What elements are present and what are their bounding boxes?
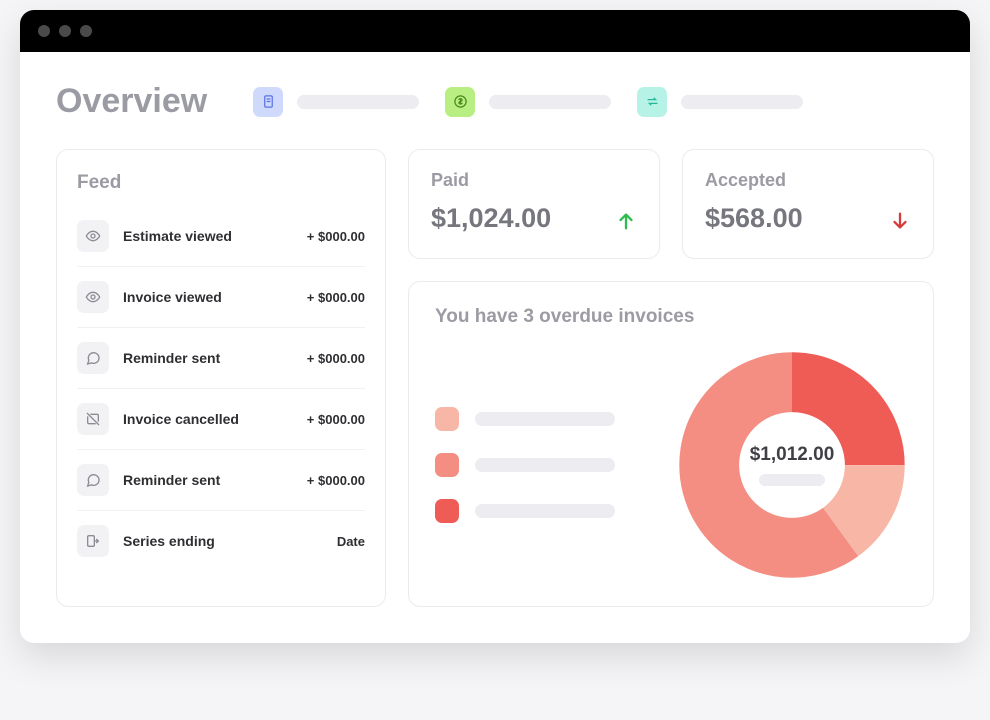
header-chip-placeholder	[681, 95, 803, 109]
feed-item-amount: + $000.00	[307, 412, 365, 427]
legend-row[interactable]	[435, 407, 615, 431]
header-chip-payments[interactable]	[445, 87, 611, 117]
arrow-up-icon	[615, 210, 637, 232]
feed-item[interactable]: Reminder sent + $000.00	[77, 328, 365, 389]
feed-item-label: Series ending	[123, 533, 215, 549]
eye-icon	[77, 281, 109, 313]
stat-value: $568.00	[705, 203, 911, 234]
header-chip-placeholder	[489, 95, 611, 109]
feed-card: Feed Estimate viewed + $000.00 Invoice v…	[56, 149, 386, 607]
overdue-card: You have 3 overdue invoices	[408, 281, 934, 607]
stat-value: $1,024.00	[431, 203, 637, 234]
feed-item-amount: + $000.00	[307, 229, 365, 244]
feed-item-label: Reminder sent	[123, 472, 220, 488]
donut-center-placeholder	[759, 474, 825, 486]
legend-swatch	[435, 453, 459, 477]
stat-label: Accepted	[705, 170, 911, 191]
exit-icon	[77, 525, 109, 557]
feed-title: Feed	[77, 172, 365, 194]
feed-item-amount: + $000.00	[307, 290, 365, 305]
document-icon	[253, 87, 283, 117]
feed-item[interactable]: Invoice viewed + $000.00	[77, 267, 365, 328]
feed-item-amount: Date	[337, 534, 365, 549]
legend-swatch	[435, 407, 459, 431]
slash-icon	[77, 403, 109, 435]
stat-label: Paid	[431, 170, 637, 191]
window-titlebar	[20, 10, 970, 52]
swap-icon	[637, 87, 667, 117]
traffic-zoom[interactable]	[80, 25, 92, 37]
feed-item[interactable]: Estimate viewed + $000.00	[77, 206, 365, 267]
chat-icon	[77, 464, 109, 496]
donut-center-value: $1,012.00	[750, 444, 835, 466]
feed-item-amount: + $000.00	[307, 351, 365, 366]
eye-icon	[77, 220, 109, 252]
legend-row[interactable]	[435, 453, 615, 477]
page-content: Overview Feed	[20, 52, 970, 643]
feed-item-label: Estimate viewed	[123, 228, 232, 244]
overdue-donut-chart: $1,012.00	[677, 350, 907, 580]
legend-placeholder	[475, 504, 615, 518]
header-chip-transfers[interactable]	[637, 87, 803, 117]
traffic-minimize[interactable]	[59, 25, 71, 37]
app-window: Overview Feed	[20, 10, 970, 643]
overdue-legend	[435, 407, 615, 523]
feed-item[interactable]: Invoice cancelled + $000.00	[77, 389, 365, 450]
feed-item-label: Invoice cancelled	[123, 411, 239, 427]
legend-row[interactable]	[435, 499, 615, 523]
header-chip-invoices[interactable]	[253, 87, 419, 117]
overdue-title: You have 3 overdue invoices	[435, 306, 907, 328]
legend-placeholder	[475, 458, 615, 472]
stat-card-accepted[interactable]: Accepted $568.00	[682, 149, 934, 259]
feed-item[interactable]: Reminder sent + $000.00	[77, 450, 365, 511]
chat-icon	[77, 342, 109, 374]
feed-item-amount: + $000.00	[307, 473, 365, 488]
arrow-down-icon	[889, 210, 911, 232]
feed-item-label: Invoice viewed	[123, 289, 222, 305]
feed-item-label: Reminder sent	[123, 350, 220, 366]
dollar-circle-icon	[445, 87, 475, 117]
header-chip-placeholder	[297, 95, 419, 109]
stat-card-paid[interactable]: Paid $1,024.00	[408, 149, 660, 259]
page-title: Overview	[56, 82, 207, 121]
legend-placeholder	[475, 412, 615, 426]
feed-item[interactable]: Series ending Date	[77, 511, 365, 571]
traffic-close[interactable]	[38, 25, 50, 37]
header-row: Overview	[56, 82, 934, 121]
legend-swatch	[435, 499, 459, 523]
